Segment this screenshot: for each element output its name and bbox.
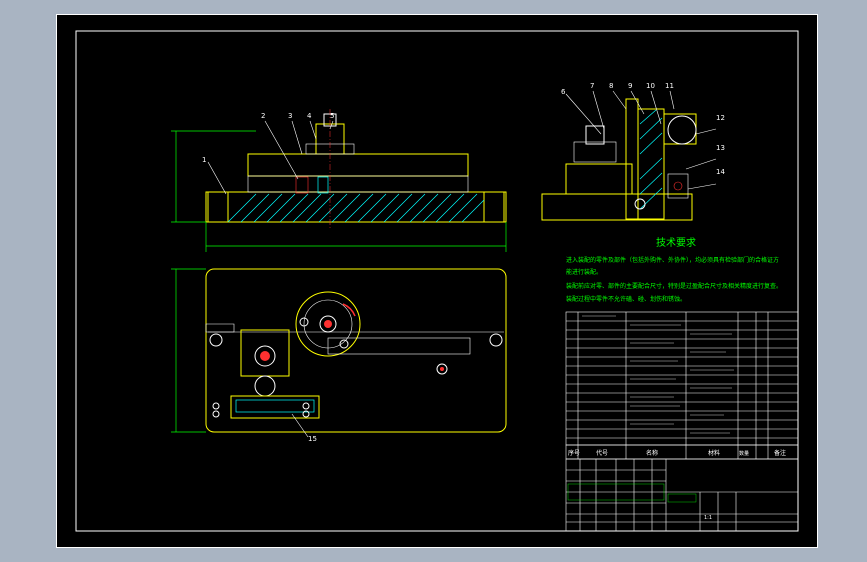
- part-label-6: 6: [561, 88, 566, 96]
- part-label-8: 8: [609, 82, 613, 90]
- top-view: 15: [171, 268, 507, 443]
- bom-table: 序号 代号 名称 材料 数量 备注: [565, 311, 799, 460]
- part-label-4: 4: [307, 112, 312, 120]
- bom-header-code: 代号: [596, 449, 608, 457]
- tech-req-line-2: 能进行装配。: [566, 268, 602, 276]
- part-label-15: 15: [308, 435, 317, 443]
- part-label-5: 5: [330, 112, 334, 120]
- part-label-1: 1: [202, 156, 206, 164]
- part-label-3: 3: [288, 112, 292, 120]
- cad-drawing-viewport[interactable]: 1 2 3 4 5 15 6 7 8 9 10 11 12 13 14 技术要求…: [56, 14, 818, 548]
- part-label-7: 7: [590, 82, 594, 90]
- tech-req-line-3: 装配前应对零、部件的主要配合尺寸，特别是过盈配合尺寸及相关精度进行复查。: [566, 282, 782, 290]
- part-label-9: 9: [628, 82, 632, 90]
- part-label-14: 14: [716, 168, 725, 176]
- part-label-2: 2: [261, 112, 265, 120]
- tech-req-title: 技术要求: [656, 236, 696, 249]
- inner-frame: [75, 30, 799, 532]
- title-block-scale: 1:1: [704, 515, 712, 521]
- part-label-13: 13: [716, 144, 725, 152]
- front-view: 1 2 3 4 5: [171, 109, 507, 252]
- side-view: 6 7 8 9 10 11 12 13 14: [541, 82, 725, 221]
- part-label-11: 11: [665, 82, 674, 90]
- drawing-sheet: 1 2 3 4 5 15 6 7 8 9 10 11 12 13 14 技术要求…: [56, 14, 818, 548]
- bom-header-name: 名称: [646, 449, 658, 457]
- bom-header-qty: 数量: [739, 450, 749, 457]
- part-label-12: 12: [716, 114, 725, 122]
- bom-header-no: 序号: [568, 449, 580, 457]
- part-label-10: 10: [646, 82, 655, 90]
- title-block: 1:1: [565, 458, 799, 532]
- bom-header-material: 材料: [708, 449, 720, 457]
- outer-border: [56, 14, 818, 548]
- tech-requirements: 技术要求 进入装配的零件及部件（包括外购件、外协件），均必须具有检验部门的合格证…: [566, 236, 782, 303]
- bom-header-remark: 备注: [774, 449, 786, 457]
- tech-req-line-4: 装配过程中零件不允许磕、碰、划伤和锈蚀。: [566, 295, 686, 303]
- tech-req-line-1: 进入装配的零件及部件（包括外购件、外协件），均必须具有检验部门的合格证方: [566, 256, 779, 264]
